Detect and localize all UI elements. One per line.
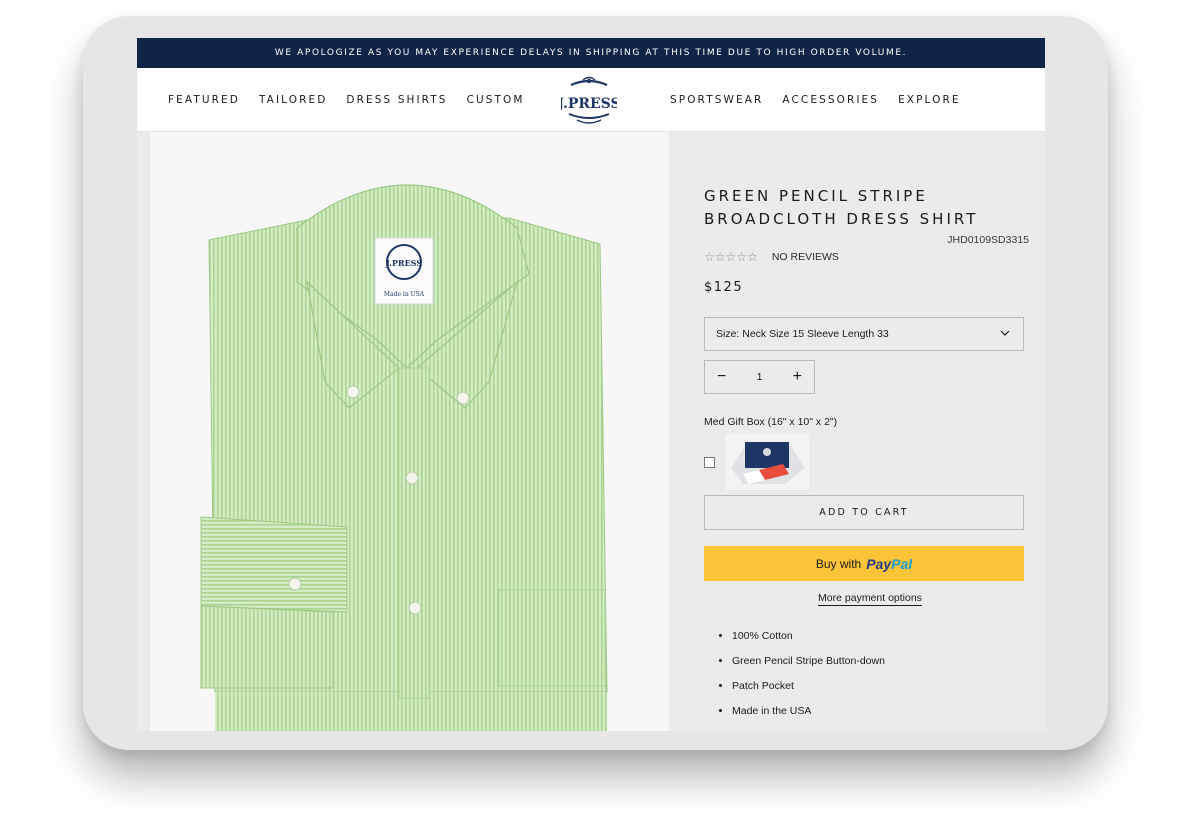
paypal-logo-pay: Pay [866,555,892,572]
size-select-value: Size: Neck Size 15 Sleeve Length 33 [716,328,889,340]
product-title: GREEN PENCIL STRIPE BROADCLOTH DRESS SHI… [704,187,979,228]
nav-link-tailored[interactable]: TAILORED [259,94,327,106]
rating-row[interactable]: ☆ ☆ ☆ ☆ ☆ NO REVIEWS [704,250,839,264]
shirt-label-made-in: Made in USA [384,291,425,298]
browser-screen: WE APOLOGIZE AS YOU MAY EXPERIENCE DELAY… [137,38,1045,731]
star-icon: ☆ [736,250,748,264]
list-item: Made in the USA [732,706,885,717]
add-to-cart-button[interactable]: ADD TO CART [704,495,1024,530]
plus-icon[interactable]: + [793,369,802,385]
star-icon: ☆ [725,250,737,264]
list-item: Green Pencil Stripe Button-down [732,656,885,667]
chevron-down-icon [1000,330,1010,336]
star-icon: ☆ [714,250,726,264]
more-payment-options-link[interactable]: More payment options [818,592,922,606]
shirt-label-logo: J.PRESS [385,258,422,268]
minus-icon[interactable]: − [717,369,726,385]
nav-link-dress-shirts[interactable]: DRESS SHIRTS [346,94,447,106]
gallery-edge [137,132,150,731]
gift-box-label: Med Gift Box (16" x 10" x 2") [704,416,838,428]
paypal-prefix: Buy with [815,556,862,571]
gift-box-checkbox[interactable] [704,457,715,468]
product-gallery[interactable]: J.PRESS Made in USA [137,132,669,731]
product-main: J.PRESS Made in USA GREEN PENCIL STRIPE … [137,132,1045,731]
nav-link-featured[interactable]: FEATURED [168,94,240,106]
nav-link-accessories[interactable]: ACCESSORIES [782,94,879,106]
product-info-panel: GREEN PENCIL STRIPE BROADCLOTH DRESS SHI… [669,132,1045,731]
quantity-stepper: − 1 + [704,360,815,394]
list-item: Patch Pocket [732,681,885,692]
star-icon: ☆ [747,250,758,264]
product-price: $125 [704,280,744,295]
logo-text: J.PRESS [561,96,617,112]
nav-link-custom[interactable]: CUSTOM [467,94,525,106]
quantity-value[interactable]: 1 [757,371,763,383]
nav-right: SPORTSWEAR ACCESSORIES EXPLORE [670,68,980,132]
feature-list: 100% Cotton Green Pencil Stripe Button-d… [732,631,885,731]
list-item: 100% Cotton [732,631,885,642]
star-icon: ☆ [704,250,715,264]
gift-box-image[interactable] [725,434,809,490]
jpress-logo[interactable]: J.PRESS [561,75,617,127]
paypal-logo-pal: Pal [891,555,913,572]
size-select[interactable]: Size: Neck Size 15 Sleeve Length 33 [704,317,1024,351]
paypal-button[interactable]: Buy with Pay Pal [704,546,1024,581]
nav-link-explore[interactable]: EXPLORE [898,94,961,106]
nav-link-sportswear[interactable]: SPORTSWEAR [670,94,763,106]
product-sku: JHD0109SD3315 [947,234,1029,246]
site-header: FEATURED TAILORED DRESS SHIRTS CUSTOM J.… [137,68,1045,132]
shirt-image[interactable]: J.PRESS Made in USA [137,132,669,731]
announcement-bar: WE APOLOGIZE AS YOU MAY EXPERIENCE DELAY… [137,38,1045,68]
more-payment-options: More payment options [669,592,1045,606]
nav-left: FEATURED TAILORED DRESS SHIRTS CUSTOM [168,68,544,132]
reviews-count[interactable]: NO REVIEWS [772,251,839,263]
